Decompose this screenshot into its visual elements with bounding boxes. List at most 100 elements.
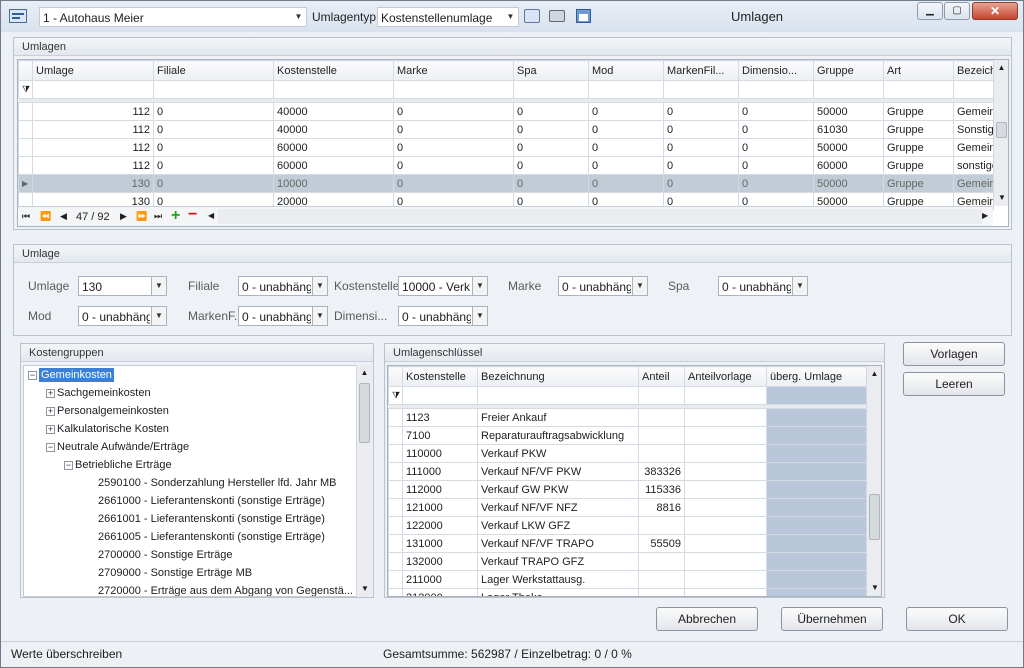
ok-button[interactable]: OK [906,607,1008,631]
filter-cell[interactable] [883,80,954,99]
table-cell[interactable]: 0 [663,102,739,121]
table-cell[interactable]: 0 [513,120,589,139]
table-cell[interactable]: 130 [32,174,154,193]
dimension-select[interactable]: 0 - unabhäng ▼ [398,306,488,326]
umlagen-vscroll[interactable]: ▲ ▼ [993,60,1008,206]
table-cell[interactable]: 50000 [813,138,884,157]
kostenstelle-cell[interactable]: 1123 [402,408,478,427]
filter-cell[interactable] [684,386,767,405]
col-mod[interactable]: Mod [588,60,664,81]
tree-leaf[interactable]: 2700000 - Sonstige Erträge [24,546,357,564]
table-cell[interactable]: Gruppe [883,102,954,121]
hscroll-track[interactable] [218,209,982,224]
table-cell[interactable]: Sonstige [953,120,994,139]
col-marke[interactable]: Marke [393,60,514,81]
collapse-icon[interactable]: − [46,442,55,452]
table-cell[interactable]: 0 [513,102,589,121]
prev-page-icon[interactable]: ⏪ [40,211,51,222]
tree-node-neutrale-aufwaende[interactable]: − Neutrale Aufwände/Erträge [24,438,357,456]
anteil-cell[interactable] [638,444,685,463]
scroll-left-icon[interactable]: ◀ [208,211,214,220]
table-row[interactable]: 7100 Reparaturauftragsabwicklung [388,426,867,445]
bezeichnung-cell[interactable]: Lager Werkstattausg. [477,570,639,589]
anteilvorlage-cell[interactable] [684,588,767,596]
table-row[interactable]: 111000 Verkauf NF/VF PKW 383326 [388,462,867,481]
col-dimension[interactable]: Dimensio... [738,60,814,81]
bezeichnung-cell[interactable]: Verkauf LKW GFZ [477,516,639,535]
filiale-select[interactable]: 0 - unabhäng ▼ [238,276,328,296]
expand-icon[interactable]: + [46,424,55,434]
scroll-thumb[interactable] [869,494,880,540]
table-cell[interactable]: 0 [738,156,814,175]
uebernehmen-button[interactable]: Übernehmen [781,607,883,631]
umlagentyp-select[interactable]: Kostenstellenumlage ▼ [377,7,519,27]
table-cell[interactable]: 0 [663,174,739,193]
table-cell[interactable]: 0 [153,102,274,121]
table-cell[interactable]: Gruppe [883,120,954,139]
expand-icon[interactable]: + [46,388,55,398]
uebergeordnete-umlage-cell[interactable] [766,588,867,596]
tree-vscroll[interactable]: ▲ ▼ [356,365,372,597]
col-bezeichnung[interactable]: Bezeich [953,60,994,81]
table-cell[interactable]: 0 [588,138,664,157]
close-button[interactable]: ✕ [972,2,1018,20]
scroll-thumb[interactable] [996,122,1007,138]
table-cell[interactable]: 0 [153,138,274,157]
filter-icon[interactable]: ⧩ [18,80,33,99]
kostenstelle-cell[interactable]: 111000 [402,462,478,481]
schluessel-vscroll[interactable]: ▲ ▼ [866,366,881,596]
col-markenfil[interactable]: MarkenFil... [663,60,739,81]
table-cell[interactable]: 0 [513,156,589,175]
table-cell[interactable]: 50000 [813,102,884,121]
table-row[interactable]: 131000 Verkauf NF/VF TRAPO 55509 [388,534,867,553]
table-cell[interactable]: 0 [393,120,514,139]
tree-node-gemeinkosten[interactable]: − Gemeinkosten [24,366,357,384]
table-cell[interactable]: 0 [588,102,664,121]
table-row[interactable]: 1123 Freier Ankauf [388,408,867,427]
filter-cell[interactable] [273,80,394,99]
kostenstelle-cell[interactable]: 110000 [402,444,478,463]
calendar-icon[interactable] [576,9,591,23]
table-cell[interactable]: 60000 [273,156,394,175]
table-cell[interactable]: sonstige [953,156,994,175]
table-cell[interactable]: 40000 [273,120,394,139]
table-cell[interactable]: 112 [32,120,154,139]
filter-icon[interactable]: ⧩ [388,386,403,405]
uebergeordnete-umlage-cell[interactable] [766,462,867,481]
table-cell[interactable]: 0 [663,138,739,157]
table-cell[interactable]: 60000 [813,156,884,175]
bezeichnung-cell[interactable]: Reparaturauftragsabwicklung [477,426,639,445]
table-cell[interactable]: 0 [738,138,814,157]
table-cell[interactable]: 112 [32,156,154,175]
table-row[interactable]: 110000 Verkauf PKW [388,444,867,463]
print-icon[interactable] [549,10,565,22]
filter-cell[interactable] [153,80,274,99]
scroll-right-icon[interactable]: ▶ [982,211,988,220]
anteil-cell[interactable]: 8816 [638,498,685,517]
next-page-icon[interactable]: ⏩ [136,211,147,222]
vorlagen-button[interactable]: Vorlagen [903,342,1005,366]
table-cell[interactable]: 0 [153,174,274,193]
table-cell[interactable]: 112 [32,102,154,121]
table-row[interactable]: 211000 Lager Werkstattausg. [388,570,867,589]
filter-cell[interactable] [766,386,867,405]
table-cell[interactable]: 0 [588,174,664,193]
table-row[interactable]: 1120400000000061030GruppeSonstige [18,120,994,139]
table-cell[interactable]: 112 [32,138,154,157]
kostenstelle-cell[interactable]: 131000 [402,534,478,553]
filter-cell[interactable] [588,80,664,99]
filter-cell[interactable] [32,80,154,99]
minimize-button[interactable]: ▁ [917,2,943,20]
filter-cell[interactable] [402,386,478,405]
tree-leaf[interactable]: 2590100 - Sonderzahlung Hersteller lfd. … [24,474,357,492]
uebergeordnete-umlage-cell[interactable] [766,480,867,499]
anteil-cell[interactable] [638,552,685,571]
uebergeordnete-umlage-cell[interactable] [766,426,867,445]
col-filiale[interactable]: Filiale [153,60,274,81]
spa-select[interactable]: 0 - unabhäng ▼ [718,276,808,296]
table-row[interactable]: 1120600000000050000GruppeGemeink [18,138,994,157]
tree-leaf[interactable]: 2661000 - Lieferantenskonti (sonstige Er… [24,492,357,510]
table-row[interactable]: 122000 Verkauf LKW GFZ [388,516,867,535]
table-cell[interactable]: Gruppe [883,156,954,175]
filter-cell[interactable] [953,80,994,99]
